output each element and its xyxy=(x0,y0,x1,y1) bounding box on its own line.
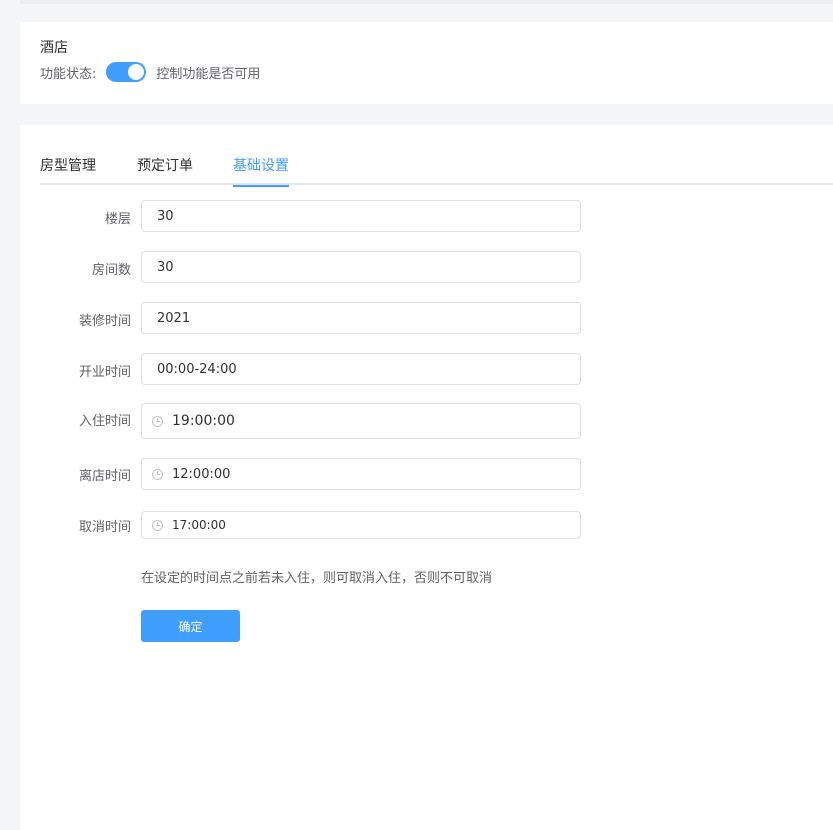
confirm-button[interactable]: 确定 xyxy=(141,610,240,642)
cancel-time-picker[interactable]: 17:00:00 xyxy=(141,511,581,539)
renovation-input[interactable]: 2021 xyxy=(141,302,581,334)
tab-room-types[interactable]: 房型管理 xyxy=(40,155,96,185)
tab-bookings[interactable]: 预定订单 xyxy=(137,155,193,185)
header-card: 酒店 功能状态: 控制功能是否可用 xyxy=(20,22,833,104)
opening-input[interactable]: 00:00-24:00 xyxy=(141,353,581,385)
checkout-time-picker[interactable]: 12:00:00 xyxy=(141,458,581,490)
cancel-time-value: 17:00:00 xyxy=(172,518,226,532)
tab-bar: 房型管理 预定订单 基础设置 xyxy=(40,151,833,187)
floor-input[interactable]: 30 xyxy=(141,200,581,232)
checkin-time-picker[interactable]: 19:00:00 xyxy=(141,403,581,439)
toggle-knob xyxy=(128,64,145,80)
feature-toggle[interactable] xyxy=(106,62,147,82)
rooms-input[interactable]: 30 xyxy=(141,251,581,283)
clock-icon xyxy=(152,415,163,427)
top-bar xyxy=(0,0,833,4)
checkin-time-value: 19:00:00 xyxy=(172,413,235,429)
left-strip xyxy=(0,0,20,830)
clock-icon xyxy=(152,519,163,531)
clock-icon xyxy=(152,468,163,480)
opening-label: 开业时间 xyxy=(78,365,131,380)
floor-label: 楼层 xyxy=(104,212,131,227)
status-label: 功能状态: xyxy=(40,66,97,82)
cancel-label: 取消时间 xyxy=(78,520,131,535)
checkin-label: 入住时间 xyxy=(78,414,131,429)
status-description: 控制功能是否可用 xyxy=(156,66,261,82)
renovation-label: 装修时间 xyxy=(78,314,131,329)
checkout-label: 离店时间 xyxy=(78,469,131,484)
main-card: 房型管理 预定订单 基础设置 楼层 30 房间数 30 装修时间 2021 开业… xyxy=(20,125,833,830)
rooms-label: 房间数 xyxy=(91,263,131,278)
cancel-hint: 在设定的时间点之前若未入住，则可取消入住，否则不可取消 xyxy=(141,571,493,586)
tab-basic-settings[interactable]: 基础设置 xyxy=(233,155,289,187)
checkout-time-value: 12:00:00 xyxy=(172,466,231,482)
page-title: 酒店 xyxy=(40,40,68,56)
status-row: 功能状态: 控制功能是否可用 xyxy=(40,62,260,82)
